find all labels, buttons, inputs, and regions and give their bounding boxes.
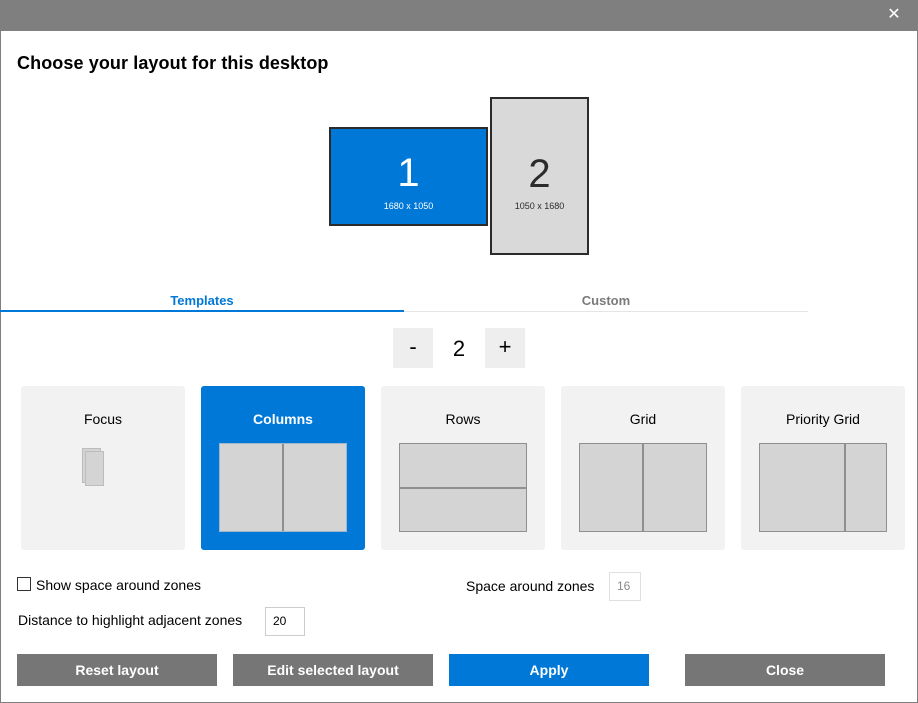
show-space-checkbox[interactable] (17, 577, 31, 591)
space-around-zones-input[interactable]: 16 (609, 572, 641, 601)
layout-label: Priority Grid (786, 411, 860, 427)
columns-preview (219, 443, 347, 532)
monitor-number: 1 (397, 151, 420, 195)
page-title: Choose your layout for this desktop (17, 53, 329, 73)
space-around-zones-label: Space around zones (466, 578, 595, 594)
zone-divider (844, 444, 846, 531)
tab-label: Templates (170, 293, 234, 308)
layout-card-priority-grid[interactable]: Priority Grid (741, 386, 905, 550)
priority-grid-preview (759, 443, 887, 532)
monitor-2[interactable]: 2 1050 x 1680 (490, 97, 589, 255)
show-space-label: Show space around zones (36, 577, 201, 593)
tab-templates[interactable]: Templates (0, 290, 404, 312)
monitor-resolution: 1680 x 1050 (383, 201, 434, 211)
layout-label: Rows (445, 411, 481, 427)
close-button[interactable]: Close (685, 654, 885, 686)
decrease-zones-button[interactable]: - (393, 328, 433, 368)
title-bar: ✕ (0, 0, 918, 31)
monitor-number: 2 (528, 152, 551, 196)
layout-label: Focus (83, 411, 123, 427)
apply-button[interactable]: Apply (449, 654, 649, 686)
tab-label: Custom (581, 293, 631, 308)
monitor-1[interactable]: 1 1680 x 1050 (329, 127, 488, 226)
distance-highlight-label: Distance to highlight adjacent zones (18, 612, 243, 628)
monitor-resolution: 1050 x 1680 (514, 201, 565, 211)
grid-preview (579, 443, 707, 532)
distance-highlight-input[interactable]: 20 (265, 607, 305, 636)
layout-label: Grid (629, 411, 657, 427)
layout-card-grid[interactable]: Grid (561, 386, 725, 550)
zone-divider (282, 444, 284, 531)
focus-zone (85, 451, 104, 486)
zone-count-value: 2 (452, 336, 466, 361)
reset-layout-button[interactable]: Reset layout (17, 654, 217, 686)
rows-preview (399, 443, 527, 532)
increase-zones-button[interactable]: + (485, 328, 525, 368)
tab-bar: Templates Custom (0, 290, 808, 312)
layout-card-columns[interactable]: Columns (201, 386, 365, 550)
zone-divider (400, 487, 526, 489)
zone-divider (642, 444, 644, 531)
edit-selected-layout-button[interactable]: Edit selected layout (233, 654, 433, 686)
layout-card-focus[interactable]: Focus (21, 386, 185, 550)
layout-card-rows[interactable]: Rows (381, 386, 545, 550)
tab-custom[interactable]: Custom (404, 290, 808, 312)
layout-label: Columns (253, 411, 313, 427)
close-icon[interactable]: ✕ (886, 7, 902, 23)
